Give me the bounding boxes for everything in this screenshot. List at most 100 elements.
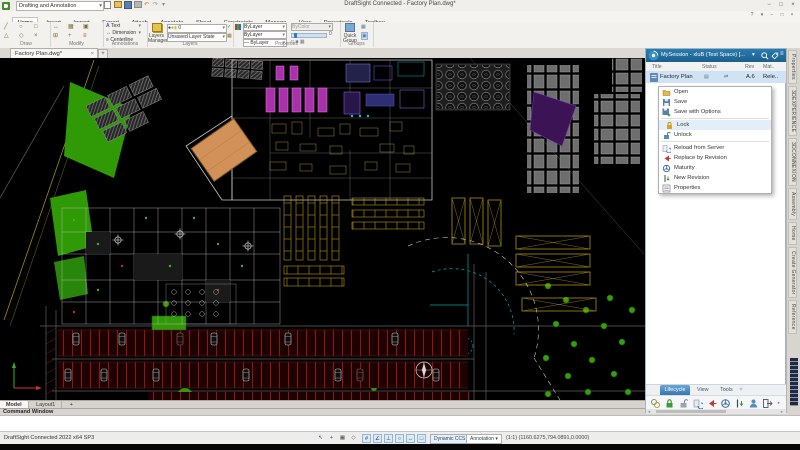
help-icon[interactable]: ?: [748, 12, 756, 18]
side-tab-assembly[interactable]: Assembly: [788, 188, 797, 220]
chevron-down-icon[interactable]: ▾: [752, 52, 755, 58]
pointer-mode-icon[interactable]: ↖: [316, 434, 325, 443]
favorite-heart-icon[interactable]: ♥: [739, 387, 743, 393]
replace-revision-icon[interactable]: [706, 398, 717, 409]
transparency-slider[interactable]: [291, 33, 327, 38]
new-file-icon[interactable]: [104, 1, 112, 9]
bycolor-dropdown[interactable]: ByColor▾: [291, 23, 333, 31]
add-sheet-button[interactable]: +: [64, 401, 79, 408]
group-edit-icon[interactable]: ▦: [361, 24, 366, 30]
layer-check-icon[interactable]: ✓: [227, 24, 231, 30]
model-tab[interactable]: Model: [0, 401, 29, 408]
workspace-selector[interactable]: Drafting and Annotation▾: [16, 1, 104, 11]
menu-maturity[interactable]: Maturity: [659, 163, 771, 173]
open-file-icon[interactable]: [114, 1, 122, 9]
menu-lock[interactable]: Lock: [659, 120, 771, 130]
esnap-icon[interactable]: ∠: [373, 434, 382, 443]
column-rev[interactable]: Rev: [745, 64, 754, 70]
annotation-scale-dropdown[interactable]: Annotation ▾: [466, 434, 502, 444]
scroll-right-arrow[interactable]: ►: [780, 409, 784, 414]
layout1-tab[interactable]: Layout1: [30, 401, 62, 408]
doc-restore-icon[interactable]: □: [778, 12, 786, 18]
menu-replace-by-revision[interactable]: Replace by Revision: [659, 153, 771, 163]
text-button[interactable]: A Text ▾: [106, 23, 142, 28]
rectangle-tool-icon[interactable]: □: [34, 23, 44, 31]
lineweight-toggle-icon[interactable]: ○: [395, 434, 404, 443]
tab-view[interactable]: View: [692, 385, 714, 395]
docked-vertical-toolbar[interactable]: [790, 358, 798, 406]
grid-icon[interactable]: ▦: [338, 434, 347, 443]
column-maturity[interactable]: Mat..: [763, 64, 775, 70]
polar-icon[interactable]: #: [362, 434, 371, 443]
drawing-viewport[interactable]: [0, 58, 645, 400]
scroll-left-arrow[interactable]: ◄: [647, 409, 651, 414]
dimension-button[interactable]: ↔ Dimension ▾: [106, 30, 142, 35]
unlock-icon[interactable]: [678, 398, 689, 409]
doc-minimize-icon[interactable]: −: [768, 12, 776, 18]
linecolor-dropdown[interactable]: ByLayer▾: [243, 23, 287, 31]
reload-icon[interactable]: [692, 398, 703, 409]
side-tab-create-generator[interactable]: Create Generator: [788, 247, 797, 299]
undo-icon[interactable]: ↶: [144, 1, 152, 9]
tag-icon[interactable]: [771, 52, 779, 60]
layer-tools-icon[interactable]: ▦: [227, 33, 232, 39]
menu-new-revision[interactable]: New Revision: [659, 173, 771, 183]
move-tool-icon[interactable]: ↔: [53, 23, 63, 31]
drawing-canvas[interactable]: [0, 58, 645, 400]
tab-lifecycle[interactable]: Lifecycle: [660, 385, 691, 395]
doc-close-icon[interactable]: ×: [788, 12, 796, 18]
side-tab-reference[interactable]: Reference: [788, 300, 797, 334]
session-title[interactable]: MySession - xluB (Test Space) [...: [661, 52, 751, 58]
3dexperience-compass-icon[interactable]: [648, 50, 659, 61]
print-icon[interactable]: [134, 1, 142, 9]
pattern-tool-icon[interactable]: ▦: [68, 23, 78, 31]
close-button[interactable]: ×: [788, 1, 798, 9]
minimize-button[interactable]: −: [764, 1, 774, 9]
hamburger-menu-icon[interactable]: ≡: [780, 51, 784, 57]
circle-tool-icon[interactable]: ○: [19, 23, 29, 31]
new-revision-icon[interactable]: [734, 398, 745, 409]
layer-dropdown[interactable]: ●●▮ 0▾: [167, 24, 227, 33]
frame-toggle-icon[interactable]: □: [417, 434, 426, 443]
etrack-icon[interactable]: ⊥: [384, 434, 393, 443]
column-status[interactable]: Status: [702, 64, 717, 70]
menu-properties[interactable]: Properties: [659, 183, 771, 193]
snap-icon[interactable]: +: [327, 434, 336, 443]
column-title[interactable]: Title: [652, 64, 662, 70]
line-tool-icon[interactable]: ╱: [4, 23, 14, 31]
scale-tool-icon[interactable]: ⊞: [53, 32, 63, 40]
group-select-icon[interactable]: ▣: [361, 32, 368, 40]
menu-save-with-options[interactable]: Save with Options: [659, 107, 771, 117]
transparency-toggle-icon[interactable]: ↔: [406, 434, 415, 443]
lineweight-dropdown[interactable]: ByLayer▾: [243, 31, 287, 39]
ui-styles-icon[interactable]: ▾: [758, 12, 766, 18]
tab-tools[interactable]: Tools: [715, 385, 738, 395]
side-tab-properties[interactable]: Properties: [788, 50, 797, 84]
menu-reload-from-server[interactable]: Reload from Server: [659, 143, 771, 153]
menu-save[interactable]: Save: [659, 97, 771, 107]
qat-customize-icon[interactable]: ▾: [162, 1, 170, 9]
toolbar-scroll-icon[interactable]: ►: [777, 400, 781, 405]
panel-hscrollbar[interactable]: ◄ ►: [646, 409, 787, 414]
maturity-icon[interactable]: [720, 398, 731, 409]
menu-unlock[interactable]: Unlock: [659, 130, 771, 140]
trim-tool-icon[interactable]: +: [68, 32, 78, 40]
spline-tool-icon[interactable]: ◇: [19, 32, 29, 40]
duplicate-icon[interactable]: [650, 398, 661, 409]
redo-icon[interactable]: ↷: [153, 1, 161, 9]
polygon-tool-icon[interactable]: △: [4, 32, 14, 40]
maximize-button[interactable]: □: [776, 1, 786, 9]
point-tool-icon[interactable]: ×: [34, 32, 44, 40]
side-tab-3dexperience[interactable]: 3DEXPERIENCE: [788, 86, 797, 136]
remove-from-session-icon[interactable]: [762, 398, 773, 409]
lock-icon[interactable]: [664, 398, 675, 409]
document-row[interactable]: Factory Plan ▤ ⇄ A.6 Rele..: [646, 71, 787, 83]
menu-open[interactable]: Open: [659, 87, 771, 97]
dynamic-ccs-toggle[interactable]: Dynamic CCS: [430, 434, 469, 444]
owner-icon[interactable]: [748, 398, 759, 409]
side-tab-3dconnexion[interactable]: 3DCONNEXION: [788, 138, 797, 186]
command-input-area[interactable]: [0, 415, 800, 432]
scroll-thumb[interactable]: [656, 410, 726, 413]
save-icon[interactable]: [124, 1, 132, 9]
delete-tool-icon[interactable]: ≡: [83, 32, 93, 40]
